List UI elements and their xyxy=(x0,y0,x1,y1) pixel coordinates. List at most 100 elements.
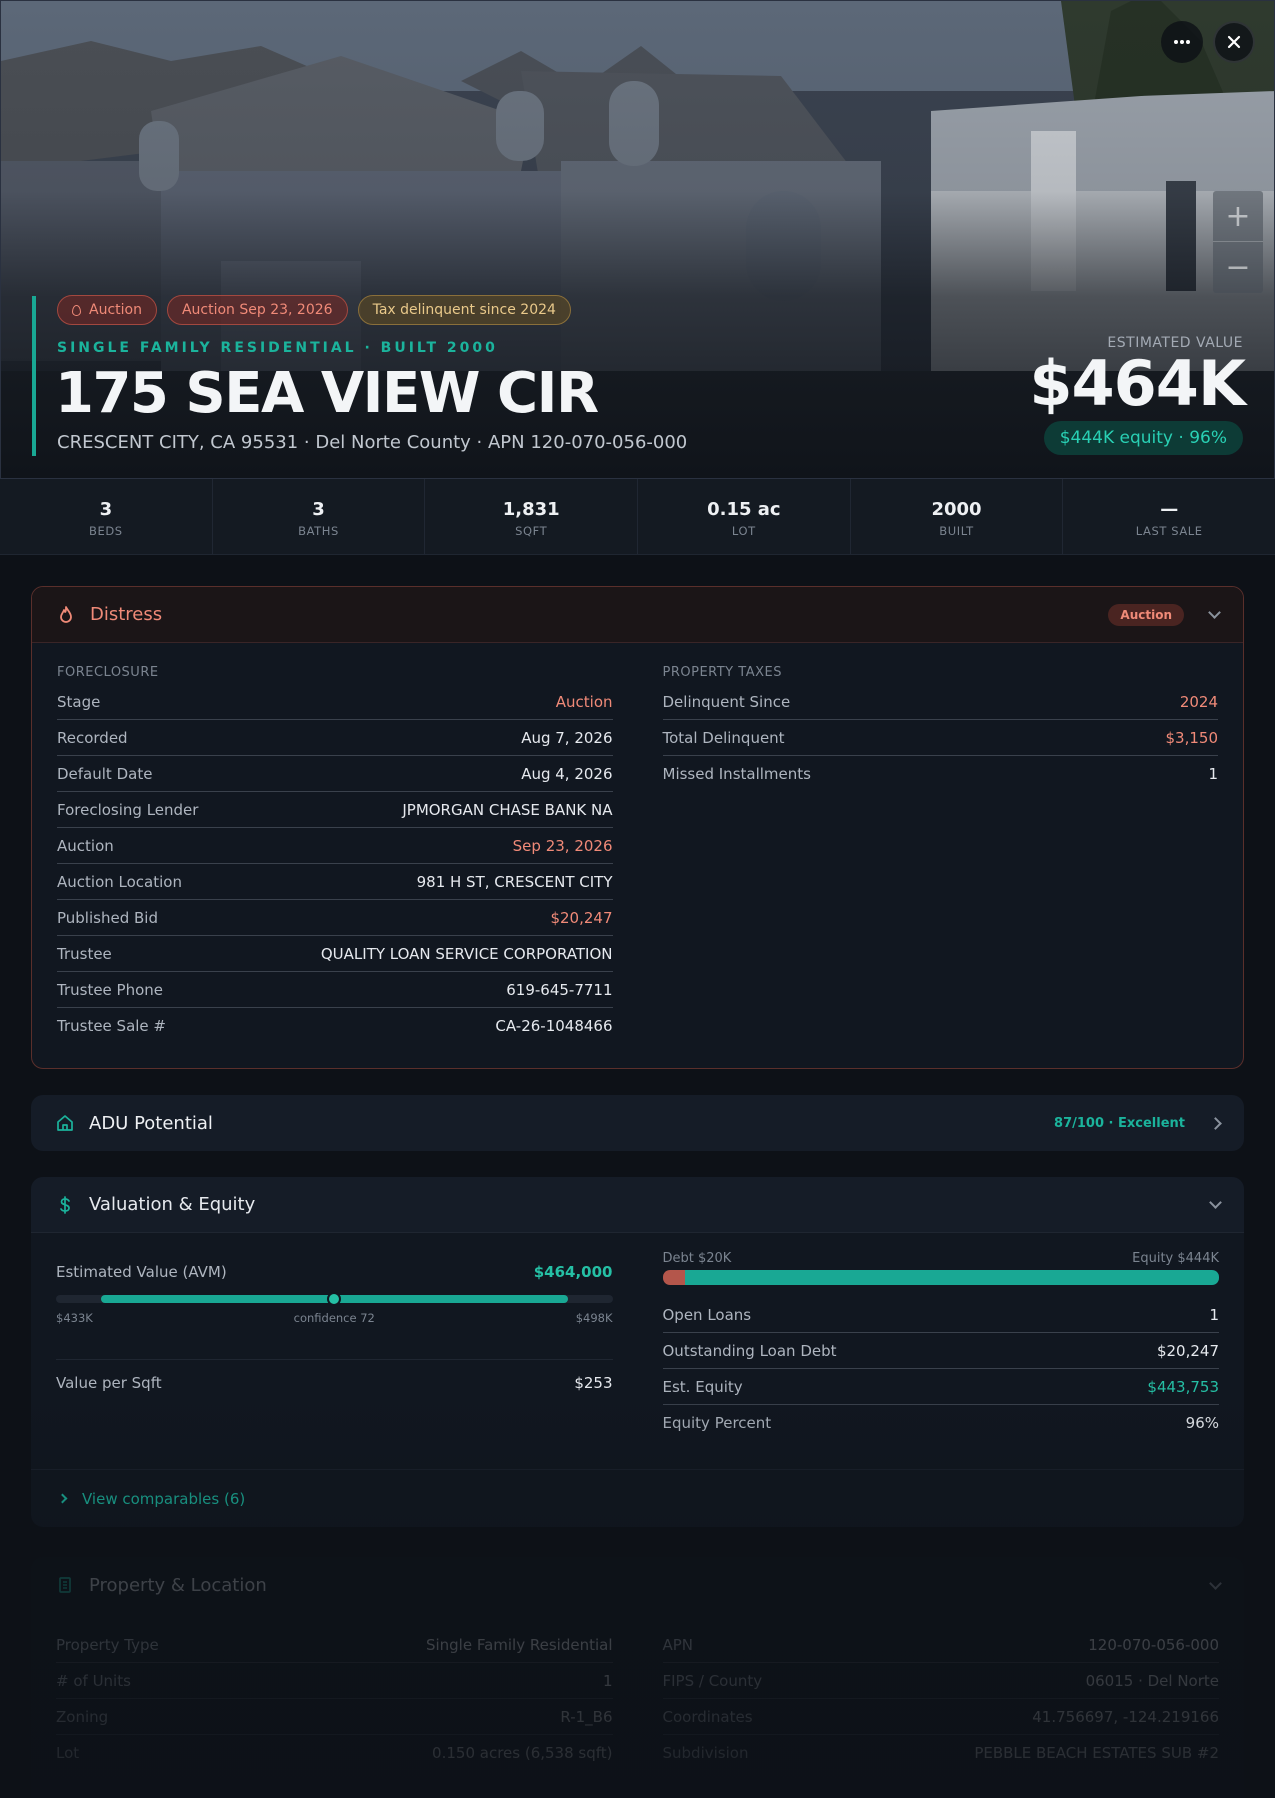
adu-header[interactable]: ADU Potential 87/100 · Excellent xyxy=(31,1095,1244,1151)
detail-row: Foreclosing Lender JPMORGAN CHASE BANK NA xyxy=(57,792,613,828)
house-icon xyxy=(57,1115,73,1131)
detail-row: Auction Location 981 H ST, CRESCENT CITY xyxy=(57,864,613,900)
detail-row: Default Date Aug 4, 2026 xyxy=(57,756,613,792)
detail-value: $3,150 xyxy=(1165,728,1219,747)
stat-built: 2000 BUILT xyxy=(851,479,1064,554)
valuation-header[interactable]: Valuation & Equity xyxy=(31,1177,1244,1233)
avm-estimate-marker xyxy=(327,1292,342,1306)
detail-key: Property Type xyxy=(56,1635,159,1654)
detail-key: Trustee xyxy=(57,944,112,963)
detail-value: 981 H ST, CRESCENT CITY xyxy=(416,872,613,891)
stat-label: LAST SALE xyxy=(1135,524,1203,538)
detail-value: 0.150 acres (6,538 sqft) xyxy=(432,1744,613,1762)
equity-section: Debt $20K Equity $444K Open Loans 1 Outsta… xyxy=(662,1251,1219,1441)
detail-key: Open Loans xyxy=(662,1305,752,1324)
detail-row: Published Bid $20,247 xyxy=(57,900,613,936)
detail-key: Auction Location xyxy=(57,872,182,891)
detail-value: 1 xyxy=(1209,1305,1219,1324)
stat-value: 1,831 xyxy=(502,499,560,520)
dollar-icon xyxy=(60,1195,70,1214)
stat-value: 2000 xyxy=(931,499,982,520)
chevron-right-icon[interactable] xyxy=(1209,1116,1222,1130)
property-hero: + − Auction Auction Sep 23, 2026 Tax del… xyxy=(0,0,1275,479)
detail-value: R-1_B6 xyxy=(560,1707,613,1726)
comps-label: View comparables (6) xyxy=(82,1489,246,1508)
chevron-down-icon[interactable] xyxy=(1209,1196,1222,1209)
value-per-sqft-row: Value per Sqft $253 xyxy=(56,1359,613,1392)
detail-key: Subdivision xyxy=(662,1744,749,1762)
detail-value: 619-645-7711 xyxy=(506,980,613,999)
detail-row: Est. Equity $443,753 xyxy=(662,1369,1219,1405)
stat-sqft: 1,831 SQFT xyxy=(425,479,639,554)
vps-value: $253 xyxy=(574,1374,613,1392)
detail-key: Trustee Phone xyxy=(57,980,164,999)
chevron-down-icon[interactable] xyxy=(1209,1576,1222,1590)
detail-key: Recorded xyxy=(57,728,128,747)
range-low: $433K xyxy=(56,1311,93,1325)
detail-value: QUALITY LOAN SERVICE CORPORATION xyxy=(320,944,613,963)
valuation-equity-panel: Valuation & Equity Estimated Value (AVM)… xyxy=(31,1177,1244,1527)
detail-row: Trustee QUALITY LOAN SERVICE CORPORATION xyxy=(57,936,613,972)
detail-key: Default Date xyxy=(57,764,153,783)
property-location-panel: Property & Location Property Type Single … xyxy=(31,1557,1244,1798)
range-confidence: confidence 72 xyxy=(293,1311,375,1325)
distress-header[interactable]: Distress Auction xyxy=(32,587,1243,643)
detail-key: Est. Equity xyxy=(662,1377,743,1396)
detail-key: Equity Percent xyxy=(662,1414,772,1432)
detail-row: Outstanding Loan Debt $20,247 xyxy=(662,1333,1219,1369)
more-options-button[interactable] xyxy=(1161,21,1203,63)
detail-row: Coordinates 41.756697, -124.219166 xyxy=(662,1699,1219,1735)
detail-value: 96% xyxy=(1185,1414,1219,1432)
distress-title: Distress xyxy=(90,604,163,625)
detail-value: 1 xyxy=(1208,765,1218,783)
stat-value: 0.15 ac xyxy=(707,499,781,520)
debt-segment xyxy=(662,1270,685,1285)
avm-range-bar xyxy=(56,1292,613,1306)
equity-label: Equity $444K xyxy=(1132,1251,1219,1266)
close-button[interactable] xyxy=(1213,21,1255,63)
chevron-down-icon[interactable] xyxy=(1208,606,1221,619)
property-details-left: Property Type Single Family Residential # … xyxy=(56,1627,613,1771)
detail-value: Aug 4, 2026 xyxy=(521,764,613,783)
property-header[interactable]: Property & Location xyxy=(31,1557,1244,1613)
tax-delinquent-badge: Tax delinquent since 2024 xyxy=(357,295,571,325)
debt-label: Debt $20K xyxy=(662,1251,732,1266)
detail-key: Auction xyxy=(57,836,114,855)
vps-label: Value per Sqft xyxy=(56,1374,162,1392)
flame-icon xyxy=(60,605,72,623)
detail-value: JPMORGAN CHASE BANK NA xyxy=(402,800,613,819)
zoom-in-button[interactable]: + xyxy=(1213,191,1263,242)
status-badges: Auction Auction Sep 23, 2026 Tax delinqu… xyxy=(57,295,571,325)
detail-row: Trustee Sale # CA-26-1048466 xyxy=(57,1008,613,1044)
detail-row: Auction Sep 23, 2026 xyxy=(57,828,613,864)
debt-equity-bar xyxy=(662,1270,1219,1285)
distress-panel: Distress Auction FORECLOSURE Stage Auctio… xyxy=(31,586,1244,1069)
detail-value: Aug 7, 2026 xyxy=(521,728,613,747)
detail-value: Auction xyxy=(555,692,613,711)
accent-bar xyxy=(32,296,36,456)
close-icon xyxy=(1227,35,1241,49)
detail-value: 120-070-056-000 xyxy=(1088,1635,1219,1654)
detail-row: APN 120-070-056-000 xyxy=(662,1627,1219,1663)
valuation-title: Valuation & Equity xyxy=(89,1194,256,1215)
adu-potential-panel[interactable]: ADU Potential 87/100 · Excellent xyxy=(31,1095,1244,1151)
detail-key: Published Bid xyxy=(57,908,158,927)
view-comparables-link[interactable]: View comparables (6) xyxy=(31,1469,1244,1527)
map-zoom-control: + − xyxy=(1213,191,1263,293)
detail-row: Recorded Aug 7, 2026 xyxy=(57,720,613,756)
building-icon xyxy=(59,1577,71,1593)
detail-row: Missed Installments 1 xyxy=(663,756,1219,792)
adu-title: ADU Potential xyxy=(89,1112,213,1134)
detail-row: Open Loans 1 xyxy=(662,1297,1219,1333)
avm-value: $464,000 xyxy=(533,1263,613,1281)
detail-row: Lot 0.150 acres (6,538 sqft) xyxy=(56,1735,613,1771)
stat-label: BEDS xyxy=(88,524,123,538)
detail-key: Trustee Sale # xyxy=(57,1017,166,1035)
stat-baths: 3 BATHS xyxy=(213,479,426,554)
detail-value: 2024 xyxy=(1179,692,1218,711)
stat-value: 3 xyxy=(99,499,113,520)
foreclosure-section: FORECLOSURE Stage Auction Recorded Aug 7, 2… xyxy=(57,665,613,1044)
zoom-out-button[interactable]: − xyxy=(1213,242,1263,293)
avm-section: Estimated Value (AVM) $464,000 $433K con… xyxy=(56,1251,613,1441)
detail-row: Subdivision PEBBLE BEACH ESTATES SUB #2 xyxy=(663,1735,1220,1771)
